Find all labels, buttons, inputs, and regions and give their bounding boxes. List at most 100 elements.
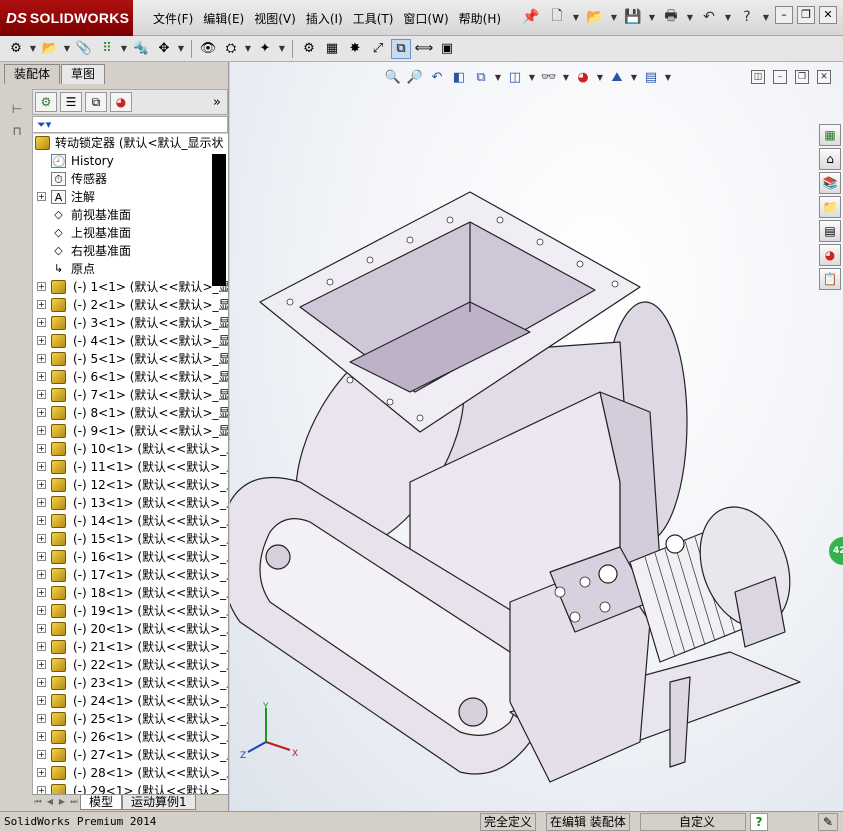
- menu-help[interactable]: 帮助(H): [454, 9, 506, 29]
- expand-icon[interactable]: +: [37, 534, 46, 543]
- minimize-icon[interactable]: –: [775, 6, 793, 24]
- property-manager-icon[interactable]: ☰: [60, 92, 82, 112]
- assembly-dropdown-icon[interactable]: ▼: [29, 44, 37, 53]
- assembly-features-icon[interactable]: ⛭: [221, 39, 241, 59]
- expand-icon[interactable]: +: [37, 462, 46, 471]
- open-dropdown-icon[interactable]: ▼: [610, 13, 618, 22]
- tree-part-item[interactable]: + (-) 11<1> (默认<<默认>_显示: [33, 458, 228, 476]
- menu-edit[interactable]: 编辑(E): [198, 9, 249, 29]
- menu-view[interactable]: 视图(V): [249, 9, 301, 29]
- pin-icon[interactable]: 📌: [520, 6, 542, 28]
- tab-model[interactable]: 模型: [80, 795, 123, 810]
- interference-detection-icon[interactable]: ⧉: [391, 38, 411, 59]
- tree-part-item[interactable]: + (-) 26<1> (默认<<默认>_显示: [33, 728, 228, 746]
- expand-icon[interactable]: +: [37, 372, 46, 381]
- save-icon[interactable]: 💾: [622, 6, 644, 28]
- tree-feature-item[interactable]: 🕘 History: [33, 152, 228, 170]
- save-dropdown-icon[interactable]: ▼: [648, 13, 656, 22]
- expand-icon[interactable]: +: [37, 786, 46, 794]
- expand-icon[interactable]: +: [37, 516, 46, 525]
- tree-part-item[interactable]: + (-) 16<1> (默认<<默认>_显示: [33, 548, 228, 566]
- expand-icon[interactable]: +: [37, 570, 46, 579]
- menu-window[interactable]: 窗口(W): [398, 9, 453, 29]
- expand-icon[interactable]: +: [37, 624, 46, 633]
- expand-icon[interactable]: +: [37, 354, 46, 363]
- expand-icon[interactable]: +: [37, 642, 46, 651]
- menu-file[interactable]: 文件(F): [148, 9, 198, 29]
- tree-part-item[interactable]: + (-) 23<1> (默认<<默认>_显示: [33, 674, 228, 692]
- tree-part-item[interactable]: + (-) 7<1> (默认<<默认>_显示: [33, 386, 228, 404]
- expand-icon[interactable]: +: [37, 696, 46, 705]
- clearance-verification-icon[interactable]: ⟺: [414, 39, 434, 59]
- tree-root[interactable]: 转动锁定器 (默认<默认_显示状: [33, 134, 228, 152]
- expand-icon[interactable]: +: [37, 768, 46, 777]
- expand-icon[interactable]: +: [37, 390, 46, 399]
- help-icon[interactable]: ?: [736, 6, 758, 28]
- move-component-icon[interactable]: ✥: [154, 39, 174, 59]
- tree-part-item[interactable]: + (-) 18<1> (默认<<默认>_显示: [33, 584, 228, 602]
- expand-icon[interactable]: +: [37, 426, 46, 435]
- tree-part-item[interactable]: + (-) 4<1> (默认<<默认>_显示: [33, 332, 228, 350]
- expand-icon[interactable]: +: [37, 750, 46, 759]
- tree-part-item[interactable]: + (-) 25<1> (默认<<默认>_显示: [33, 710, 228, 728]
- tree-part-item[interactable]: + (-) 14<1> (默认<<默认>_显示: [33, 512, 228, 530]
- linear-pattern-icon[interactable]: ⠿: [97, 39, 117, 59]
- new-motion-study-icon[interactable]: ⚙: [299, 39, 319, 59]
- tree-part-item[interactable]: + (-) 24<1> (默认<<默认>_显示: [33, 692, 228, 710]
- tree-part-item[interactable]: + (-) 5<1> (默认<<默认>_显示: [33, 350, 228, 368]
- tree-part-item[interactable]: + (-) 3<1> (默认<<默认>_显示: [33, 314, 228, 332]
- expand-icon[interactable]: +: [37, 336, 46, 345]
- tree-part-item[interactable]: + (-) 12<1> (默认<<默认>_显示: [33, 476, 228, 494]
- reference-dropdown-icon[interactable]: ▼: [278, 44, 286, 53]
- tree-feature-item[interactable]: ◇ 右视基准面: [33, 242, 228, 260]
- restore-icon[interactable]: ❐: [797, 6, 815, 24]
- tree-feature-item[interactable]: + A 注解: [33, 188, 228, 206]
- tree-part-item[interactable]: + (-) 27<1> (默认<<默认>_显示: [33, 746, 228, 764]
- tree-part-item[interactable]: + (-) 28<1> (默认<<默认>_显示: [33, 764, 228, 782]
- expand-icon[interactable]: +: [37, 714, 46, 723]
- custom-properties-icon[interactable]: 📋: [819, 268, 841, 290]
- tree-part-item[interactable]: + (-) 29<1> (默认<<默认>_显示: [33, 782, 228, 794]
- tab-assembly[interactable]: 装配体: [4, 64, 61, 84]
- tree-part-item[interactable]: + (-) 22<1> (默认<<默认>_显示: [33, 656, 228, 674]
- status-rebuild-icon[interactable]: ✎: [818, 813, 838, 831]
- tree-part-item[interactable]: + (-) 1<1> (默认<<默认>_显示: [33, 278, 228, 296]
- explode-line-sketch-icon[interactable]: ⤢: [368, 39, 388, 59]
- tree-part-item[interactable]: + (-) 21<1> (默认<<默认>_显示: [33, 638, 228, 656]
- home-icon[interactable]: ⌂: [819, 148, 841, 170]
- tree-part-item[interactable]: + (-) 17<1> (默认<<默认>_显示: [33, 566, 228, 584]
- tree-scrollbar[interactable]: [212, 154, 226, 286]
- new-dropdown-icon[interactable]: ▼: [572, 13, 580, 22]
- tree-part-item[interactable]: + (-) 20<1> (默认<<默认>_显示: [33, 620, 228, 638]
- expand-icon[interactable]: +: [37, 192, 46, 201]
- tree-feature-item[interactable]: ↳ 原点: [33, 260, 228, 278]
- menu-tools[interactable]: 工具(T): [348, 9, 399, 29]
- display-manager-icon[interactable]: ◕: [110, 92, 132, 112]
- solidworks-logo[interactable]: DS SOLIDWORKS: [0, 0, 133, 36]
- tree-feature-item[interactable]: ◇ 上视基准面: [33, 224, 228, 242]
- more-tabs-icon[interactable]: »: [213, 95, 221, 110]
- expand-icon[interactable]: +: [37, 498, 46, 507]
- insert-dropdown-icon[interactable]: ▼: [63, 44, 71, 53]
- tree-part-item[interactable]: + (-) 8<1> (默认<<默认>_显示: [33, 404, 228, 422]
- expand-icon[interactable]: +: [37, 552, 46, 561]
- show-hidden-icon[interactable]: 👁: [198, 39, 218, 59]
- feature-manager-icon[interactable]: ⚙: [35, 92, 57, 112]
- view-palette-icon[interactable]: ▤: [819, 220, 841, 242]
- appearances-icon[interactable]: ◕: [819, 244, 841, 266]
- first-tab-arrow-icon[interactable]: ⏮: [32, 795, 44, 810]
- tree-part-item[interactable]: + (-) 15<1> (默认<<默认>_显示: [33, 530, 228, 548]
- last-tab-arrow-icon[interactable]: ⏭: [68, 795, 80, 810]
- print-dropdown-icon[interactable]: ▼: [686, 13, 694, 22]
- tab-sketch[interactable]: 草图: [61, 64, 106, 84]
- expand-icon[interactable]: +: [37, 282, 46, 291]
- filter-icon[interactable]: ⏷▾: [32, 116, 228, 133]
- expand-icon[interactable]: +: [37, 318, 46, 327]
- assembly-model[interactable]: [230, 62, 843, 811]
- bill-of-materials-icon[interactable]: ▦: [322, 39, 342, 59]
- smart-fasteners-icon[interactable]: 🔩: [131, 39, 151, 59]
- pattern-dropdown-icon[interactable]: ▼: [120, 44, 128, 53]
- undo-dropdown-icon[interactable]: ▼: [724, 13, 732, 22]
- assembly-icon[interactable]: ⚙: [6, 39, 26, 59]
- status-units[interactable]: 自定义: [640, 813, 746, 831]
